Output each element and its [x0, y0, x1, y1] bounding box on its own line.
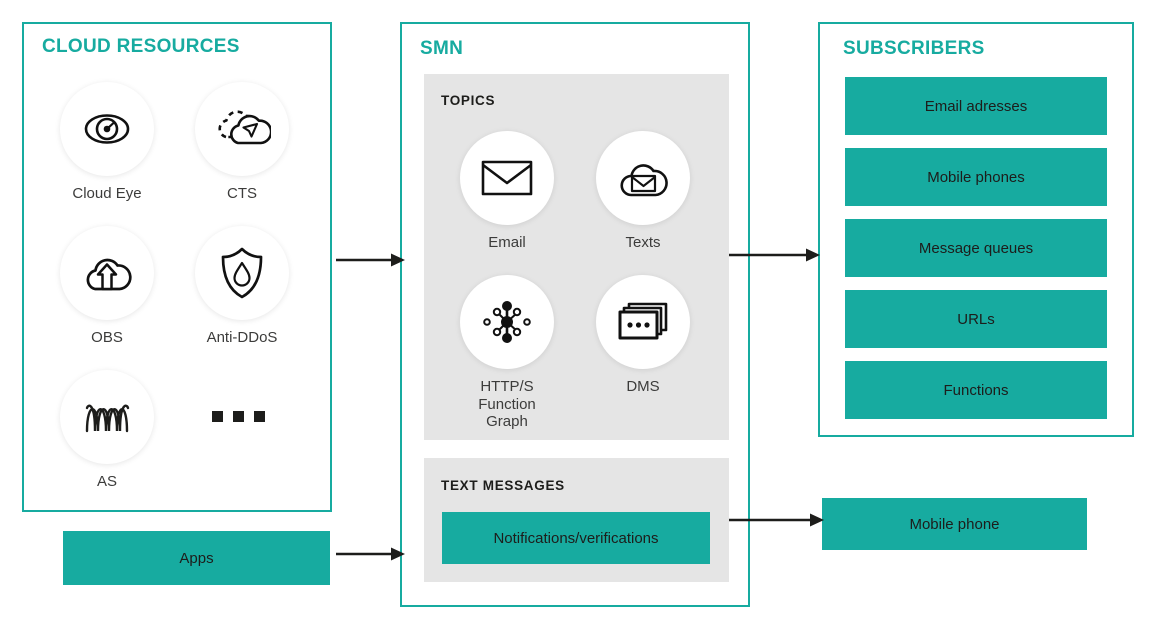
arrow-smn-to-subscribers: [729, 245, 821, 270]
icon-label: Email: [488, 234, 526, 251]
icon-item-cloud-eye[interactable]: Cloud Eye: [60, 82, 154, 203]
icon-item-as[interactable]: AS: [60, 370, 154, 491]
icon-item-obs[interactable]: OBS: [60, 226, 154, 347]
icon-label: DMS: [626, 378, 660, 395]
section-title-text-messages: TEXT MESSAGES: [441, 478, 565, 493]
arrow-apps-to-smn: [336, 544, 406, 569]
icon-label: CTS: [227, 185, 257, 202]
shield-droplet-icon: [195, 226, 289, 320]
icon-label: OBS: [91, 329, 123, 346]
icon-label: Texts: [625, 234, 661, 251]
subscriber-item[interactable]: Email adresses: [845, 77, 1107, 135]
arrow-cloud-to-smn: [336, 250, 406, 275]
icon-item-texts[interactable]: Texts: [596, 131, 690, 252]
cloud-upload-icon: [60, 226, 154, 320]
icon-item-anti-ddos[interactable]: Anti-DDoS: [195, 226, 289, 347]
cloud-cursor-icon: [195, 82, 289, 176]
icon-label: Anti-DDoS: [206, 329, 278, 346]
subscriber-item[interactable]: Message queues: [845, 219, 1107, 277]
node-graph-icon: [460, 275, 554, 369]
panel-title-smn: SMN: [420, 38, 464, 59]
section-title-topics: TOPICS: [441, 93, 496, 108]
icon-item-email[interactable]: Email: [460, 131, 554, 252]
ellipsis-dot: [212, 411, 223, 422]
subscriber-item[interactable]: Functions: [845, 361, 1107, 419]
scaling-waves-icon: [60, 370, 154, 464]
cloud-envelope-icon: [596, 131, 690, 225]
eye-gauge-icon: [60, 82, 154, 176]
icon-label: HTTP/S Function Graph: [478, 378, 536, 431]
ellipsis-dot: [254, 411, 265, 422]
diagram-canvas: CLOUD RESOURCES Cloud Eye CTS OBS Anti-D…: [0, 0, 1152, 630]
more-resources-ellipsis: [212, 411, 265, 422]
message-stack-icon: [596, 275, 690, 369]
icon-label: AS: [96, 473, 117, 490]
panel-title-subscribers: SUBSCRIBERS: [843, 38, 985, 59]
box-apps[interactable]: Apps: [63, 531, 330, 585]
subscriber-item[interactable]: URLs: [845, 290, 1107, 348]
envelope-icon: [460, 131, 554, 225]
box-mobile-phone[interactable]: Mobile phone: [822, 498, 1087, 550]
box-notifications-verifications[interactable]: Notifications/verifications: [442, 512, 710, 564]
panel-title-cloud-resources: CLOUD RESOURCES: [42, 36, 240, 57]
ellipsis-dot: [233, 411, 244, 422]
arrow-text-messages-to-mobile-phone: [729, 510, 825, 535]
subscriber-item[interactable]: Mobile phones: [845, 148, 1107, 206]
icon-item-cts[interactable]: CTS: [195, 82, 289, 203]
icon-item-dms[interactable]: DMS: [596, 275, 690, 396]
icon-item-http-function-graph[interactable]: HTTP/S Function Graph: [460, 275, 554, 431]
icon-label: Cloud Eye: [72, 185, 142, 202]
